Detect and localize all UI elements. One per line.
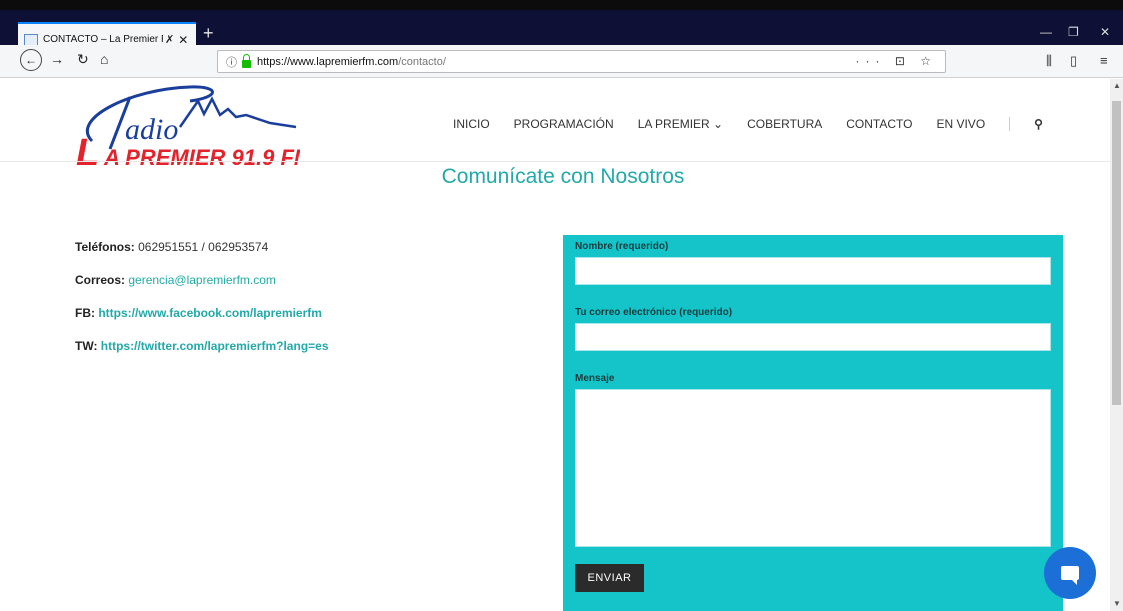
url-host: https://www.lapremierfm.com bbox=[257, 55, 399, 68]
emails-label: Correos: bbox=[75, 273, 126, 287]
library-icon[interactable]: ⫼ bbox=[1046, 53, 1052, 69]
nav-contacto[interactable]: CONTACTO bbox=[846, 117, 912, 131]
lock-icon[interactable] bbox=[242, 53, 251, 68]
tab-bar: CONTACTO – La Premier FM ✗ ✕ + — ❐ ✕ bbox=[0, 10, 1123, 55]
phones-line: Teléfonos: 062951551 / 062953574 bbox=[75, 240, 268, 254]
window-top-strip bbox=[0, 0, 1123, 10]
search-icon[interactable]: ⚲ bbox=[1034, 117, 1043, 131]
close-window-icon[interactable]: ✕ bbox=[1100, 25, 1110, 39]
scroll-thumb[interactable] bbox=[1112, 101, 1121, 405]
tw-label: TW: bbox=[75, 339, 98, 353]
nav-la-premier[interactable]: LA PREMIER ⌄ bbox=[638, 117, 723, 131]
url-path: /contacto/ bbox=[398, 55, 446, 68]
page-viewport: adio L A PREMIER 91.9 FM INICIO PROGRAMA… bbox=[0, 79, 1110, 611]
page-actions-icons[interactable]: ··· ⊡ ☆ bbox=[856, 54, 937, 68]
facebook-line: FB: https://www.facebook.com/lapremierfm bbox=[75, 306, 322, 320]
message-field[interactable] bbox=[575, 389, 1051, 547]
name-label: Nombre (requerido) bbox=[575, 241, 669, 252]
scroll-down-icon[interactable]: ▼ bbox=[1113, 599, 1121, 608]
home-button[interactable]: ⌂ bbox=[100, 51, 108, 67]
email-link[interactable]: gerencia@lapremierfm.com bbox=[128, 273, 276, 287]
scroll-up-icon[interactable]: ▲ bbox=[1113, 81, 1121, 90]
sidebar-icon[interactable]: ▯ bbox=[1070, 53, 1077, 69]
nav-en-vivo[interactable]: EN VIVO bbox=[936, 117, 985, 131]
reload-button[interactable]: ↻ bbox=[77, 51, 89, 68]
twitter-line: TW: https://twitter.com/lapremierfm?lang… bbox=[75, 339, 329, 353]
fb-label: FB: bbox=[75, 306, 95, 320]
chat-bubble-icon bbox=[1061, 566, 1079, 585]
facebook-link[interactable]: https://www.facebook.com/lapremierfm bbox=[98, 306, 322, 320]
emails-line: Correos: gerencia@lapremierfm.com bbox=[75, 273, 276, 287]
header-divider bbox=[0, 161, 1110, 162]
nav-cobertura[interactable]: COBERTURA bbox=[747, 117, 822, 131]
nav-separator bbox=[1009, 117, 1011, 131]
phones-label: Teléfonos: bbox=[75, 240, 135, 254]
page-scrollbar[interactable]: ▲ ▼ bbox=[1110, 79, 1123, 611]
tab-title: CONTACTO – La Premier FM bbox=[43, 34, 163, 45]
site-favicon-icon bbox=[24, 33, 38, 46]
logo-radio-text: adio bbox=[125, 113, 178, 146]
contact-form: Nombre (requerido) Tu correo electrónico… bbox=[563, 235, 1063, 611]
submit-button[interactable]: ENVIAR bbox=[575, 564, 644, 592]
twitter-link[interactable]: https://twitter.com/lapremierfm?lang=es bbox=[101, 339, 329, 353]
forward-button[interactable]: → bbox=[50, 51, 64, 67]
site-main-nav: INICIO PROGRAMACIÓN LA PREMIER ⌄ COBERTU… bbox=[453, 117, 1067, 131]
info-icon[interactable]: ⓘ bbox=[226, 54, 237, 70]
back-button[interactable]: ← bbox=[20, 49, 42, 71]
nav-inicio[interactable]: INICIO bbox=[453, 117, 490, 131]
nav-programacion[interactable]: PROGRAMACIÓN bbox=[514, 117, 614, 131]
new-tab-button[interactable]: + bbox=[203, 24, 214, 42]
navigation-bar: ← → ↻ ⌂ ⓘ https://www.lapremierfm.com /c… bbox=[0, 45, 1123, 78]
chat-widget-button[interactable] bbox=[1044, 547, 1096, 599]
logo-l-letter: L bbox=[76, 132, 99, 169]
page-title: Comunícate con Nosotros bbox=[441, 165, 685, 188]
menu-icon[interactable]: ≡ bbox=[1100, 53, 1108, 68]
minimize-icon[interactable]: — bbox=[1040, 25, 1052, 39]
radio-la-premier-logo[interactable]: adio L A PREMIER 91.9 FM bbox=[70, 79, 300, 169]
email-label: Tu correo electrónico (requerido) bbox=[575, 307, 733, 318]
email-field[interactable] bbox=[575, 323, 1051, 351]
address-bar[interactable]: ⓘ https://www.lapremierfm.com /contacto/… bbox=[217, 50, 946, 73]
phones-value: 062951551 / 062953574 bbox=[134, 240, 269, 254]
restore-icon[interactable]: ❐ bbox=[1068, 25, 1079, 39]
message-label: Mensaje bbox=[575, 373, 615, 384]
name-field[interactable] bbox=[575, 257, 1051, 285]
